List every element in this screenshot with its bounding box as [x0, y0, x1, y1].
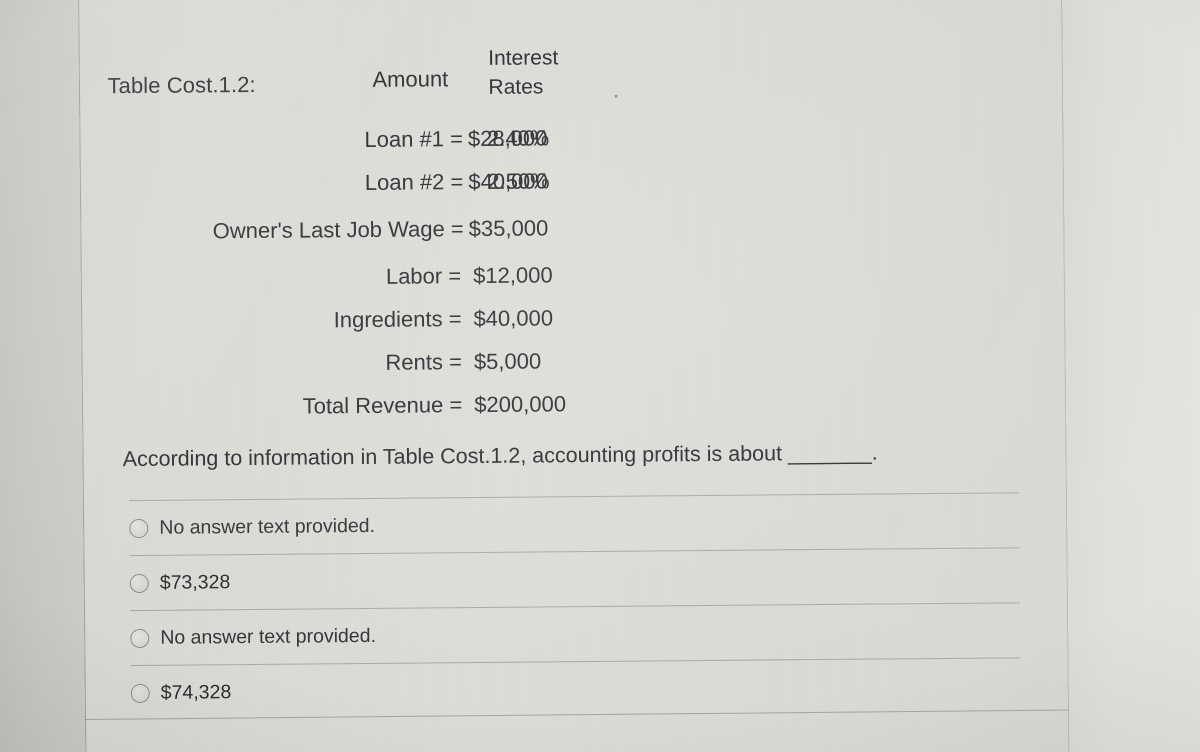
- column-header-interest-rates-line2: Rates: [488, 75, 544, 99]
- question-prompt: According to information in Table Cost.1…: [122, 440, 878, 472]
- answer-option-2[interactable]: $73,328: [129, 547, 1020, 611]
- column-header-interest-rates-line1: Interest: [488, 46, 559, 70]
- cost-table-body: Loan #1 = $28,000 2.40% Loan #2 = $40,00…: [0, 120, 1200, 435]
- row-label: Total Revenue =: [302, 392, 463, 419]
- table-title: Table Cost.1.2:: [107, 71, 256, 99]
- row-label: Owner's Last Job Wage =: [212, 216, 464, 244]
- row-label: Labor =: [385, 263, 462, 289]
- answer-option-label: $74,328: [160, 680, 232, 704]
- row-amount: $5,000: [473, 348, 542, 375]
- row-amount: $40,000: [473, 305, 554, 332]
- answer-option-4[interactable]: $74,328: [130, 657, 1021, 721]
- question-content: Table Cost.1.2: Amount Interest Rates Lo…: [0, 0, 1200, 752]
- screen-photo: Table Cost.1.2: Amount Interest Rates Lo…: [0, 0, 1200, 752]
- answer-option-label: No answer text provided.: [160, 624, 377, 649]
- answer-option-1[interactable]: No answer text provided.: [129, 492, 1020, 556]
- radio-button-icon[interactable]: [129, 573, 149, 593]
- row-amount: $200,000: [474, 391, 567, 418]
- row-label: Loan #2 =: [364, 169, 464, 195]
- answer-options: No answer text provided. $73,328 No answ…: [129, 492, 1021, 721]
- row-rate: 2.50%: [487, 168, 550, 194]
- row-label: Loan #1 =: [364, 126, 464, 152]
- column-header-amount: Amount: [372, 66, 449, 92]
- column-header-interest-rates: Interest Rates: [488, 43, 594, 102]
- row-amount: $12,000: [473, 262, 553, 289]
- row-label: Ingredients =: [333, 306, 462, 333]
- radio-button-icon[interactable]: [129, 518, 149, 538]
- radio-button-icon[interactable]: [130, 683, 150, 703]
- row-amount: $35,000: [468, 215, 549, 242]
- row-label: Rents =: [385, 349, 462, 375]
- table-row: Total Revenue = $200,000: [0, 382, 1200, 435]
- row-rate: 2.40%: [486, 125, 550, 151]
- answer-option-label: $73,328: [159, 570, 231, 594]
- answer-option-3[interactable]: No answer text provided.: [130, 602, 1021, 666]
- dust-speck: [614, 94, 618, 98]
- answer-option-label: No answer text provided.: [159, 514, 376, 539]
- radio-button-icon[interactable]: [130, 628, 150, 648]
